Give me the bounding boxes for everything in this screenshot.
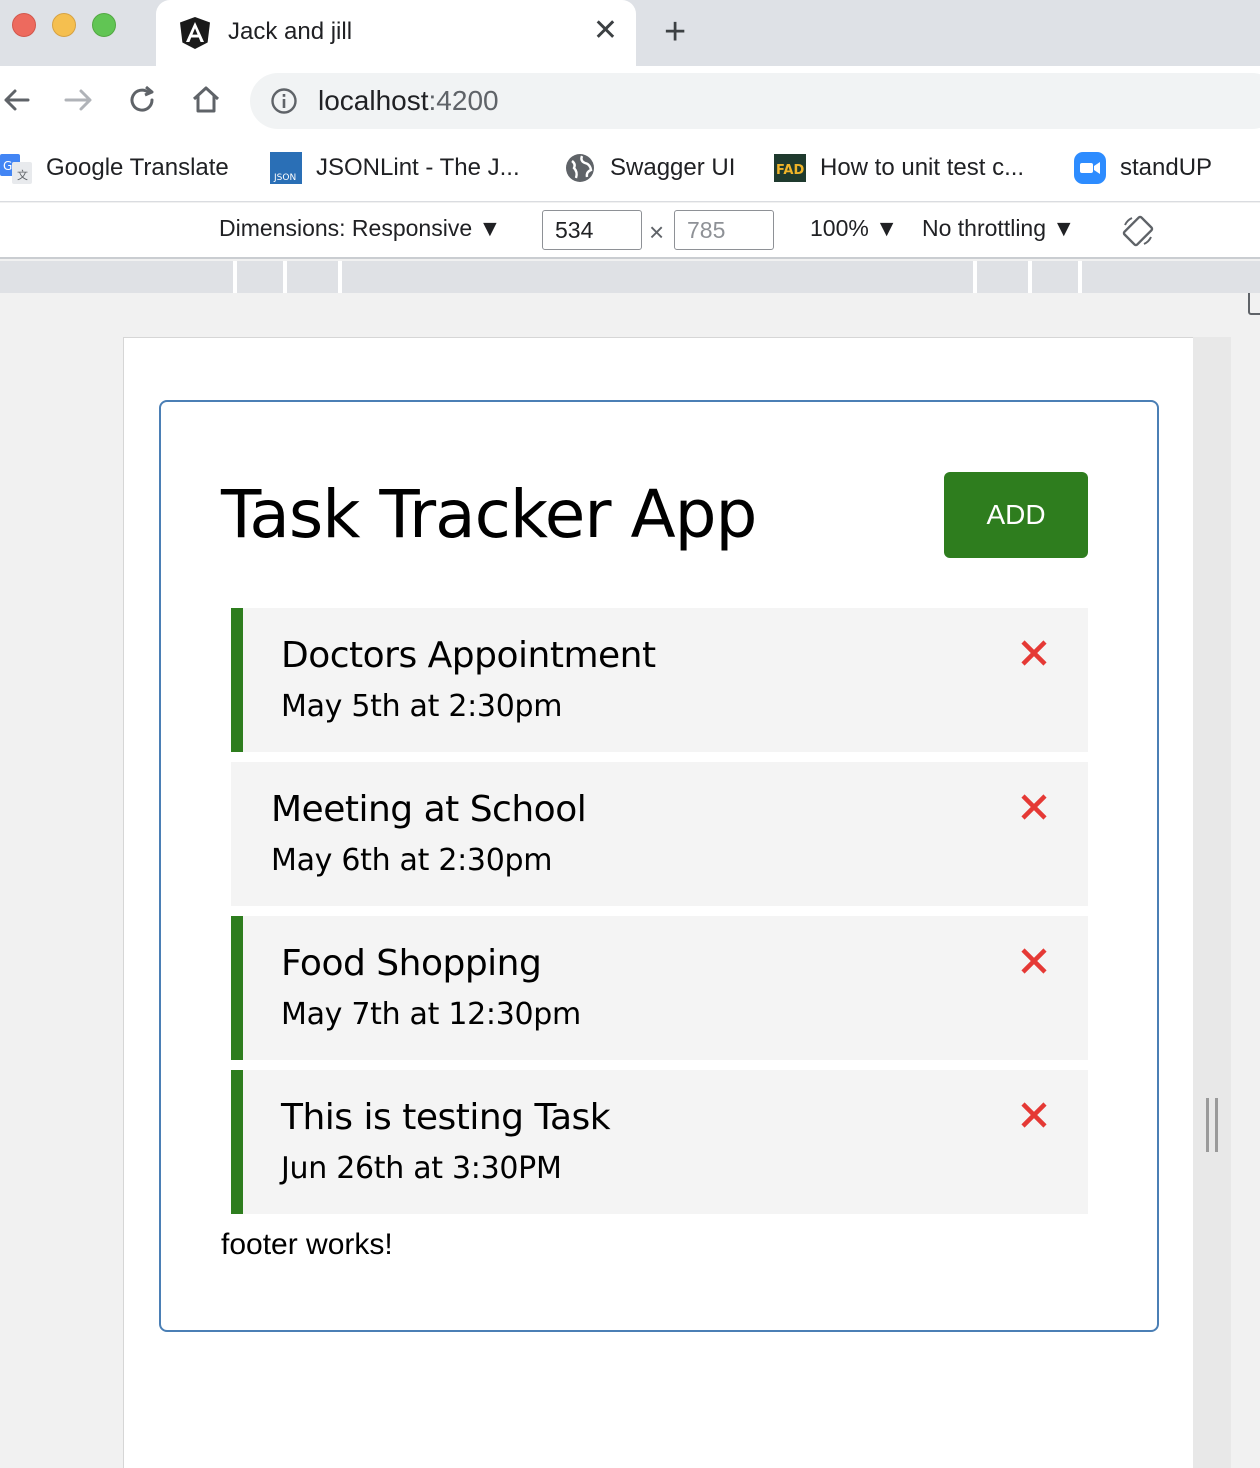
- ruler-tick[interactable]: [973, 261, 977, 293]
- zoom-camera-icon: [1074, 152, 1106, 184]
- ruler-tick[interactable]: [1078, 261, 1082, 293]
- bookmark-label: JSONLint - The J...: [316, 154, 520, 181]
- bookmark-google-translate[interactable]: G 文 Google Translate: [0, 150, 229, 186]
- address-bar[interactable]: localhost:4200: [250, 73, 1260, 129]
- task-item[interactable]: Meeting at School May 6th at 2:30pm: [231, 762, 1088, 906]
- bookmark-unit-test[interactable]: FAD How to unit test c...: [774, 150, 1024, 186]
- forward-icon[interactable]: [60, 82, 96, 118]
- json-icon: JSON: [270, 152, 302, 184]
- tab-title: Jack and jill: [228, 18, 353, 45]
- media-query-ruler: [0, 261, 1260, 293]
- zoom-select[interactable]: 100% ▼: [810, 215, 898, 242]
- bookmark-label: standUP: [1120, 154, 1213, 181]
- footer-text: footer works!: [221, 1228, 393, 1261]
- dropdown-arrow-icon: ▼: [478, 215, 502, 241]
- task-title: Meeting at School: [271, 789, 587, 830]
- task-title: This is testing Task: [281, 1097, 611, 1138]
- ruler-tick[interactable]: [1028, 261, 1032, 293]
- bookmark-label: Swagger UI: [610, 154, 736, 181]
- google-translate-icon: G 文: [0, 154, 32, 184]
- ruler-tick[interactable]: [338, 261, 342, 293]
- close-tab-icon[interactable]: ✕: [593, 14, 618, 48]
- bookmark-swagger[interactable]: Swagger UI: [564, 150, 735, 186]
- tab-strip: Jack and jill ✕ +: [0, 0, 1260, 66]
- throttling-select[interactable]: No throttling ▼: [922, 215, 1075, 242]
- delete-task-icon[interactable]: [1019, 792, 1049, 822]
- task-title: Doctors Appointment: [281, 635, 656, 676]
- dropdown-arrow-icon: ▼: [1052, 215, 1076, 241]
- new-tab-button[interactable]: +: [664, 12, 686, 52]
- globe-icon: [566, 154, 594, 182]
- times-separator: ×: [649, 217, 665, 247]
- browser-tab[interactable]: Jack and jill ✕: [156, 0, 636, 66]
- task-item[interactable]: This is testing Task Jun 26th at 3:30PM: [231, 1070, 1088, 1214]
- minimize-window-button[interactable]: [52, 13, 76, 37]
- reload-icon[interactable]: [124, 82, 160, 118]
- home-icon[interactable]: [188, 82, 224, 118]
- fad-icon: FAD: [774, 154, 806, 182]
- zoom-label: 100%: [810, 215, 869, 241]
- task-text-block: This is testing Task Jun 26th at 3:30PM: [281, 1092, 611, 1194]
- page-viewport: Task Tracker App ADD Doctors Appointment…: [123, 337, 1193, 1468]
- task-text-block: Meeting at School May 6th at 2:30pm: [271, 784, 587, 886]
- task-day: May 6th at 2:30pm: [271, 843, 553, 878]
- bookmark-jsonlint[interactable]: JSON JSONLint - The J...: [270, 150, 520, 186]
- add-task-button[interactable]: ADD: [944, 472, 1088, 558]
- device-height-input[interactable]: [674, 210, 774, 250]
- svg-text:FAD: FAD: [776, 163, 804, 178]
- bookmarks-bar: G 文 Google Translate JSON JSONLint - The…: [0, 136, 1260, 315]
- bookmark-standup[interactable]: standUP: [1074, 150, 1212, 186]
- ruler-tick[interactable]: [283, 261, 287, 293]
- delete-task-icon[interactable]: [1019, 1100, 1049, 1130]
- task-day: May 7th at 12:30pm: [281, 997, 581, 1032]
- site-info-icon[interactable]: [270, 87, 298, 115]
- dropdown-arrow-icon: ▼: [875, 215, 898, 241]
- task-item[interactable]: Doctors Appointment May 5th at 2:30pm: [231, 608, 1088, 752]
- bookmark-label: How to unit test c...: [820, 154, 1025, 181]
- browser-toolbar: localhost:4200: [0, 66, 1260, 136]
- url-text: localhost:4200: [318, 85, 499, 117]
- maximize-window-button[interactable]: [92, 13, 116, 37]
- task-text-block: Doctors Appointment May 5th at 2:30pm: [281, 630, 656, 732]
- bookmark-label: Google Translate: [46, 154, 229, 181]
- app-container: Task Tracker App ADD Doctors Appointment…: [159, 400, 1159, 1332]
- back-icon[interactable]: [0, 82, 36, 118]
- device-width-input[interactable]: [542, 210, 642, 250]
- dimensions-label: Dimensions: Responsive: [219, 215, 473, 241]
- viewport-resize-handle[interactable]: [1206, 1098, 1218, 1152]
- angular-icon: [180, 17, 210, 49]
- task-title: Food Shopping: [281, 943, 542, 984]
- dimensions-select[interactable]: Dimensions: Responsive ▼: [219, 215, 501, 242]
- throttling-label: No throttling: [922, 215, 1047, 241]
- page-title: Task Tracker App: [221, 476, 757, 553]
- viewport-side-gutter: [1193, 337, 1231, 1468]
- task-text-block: Food Shopping May 7th at 12:30pm: [281, 938, 581, 1040]
- task-item[interactable]: Food Shopping May 7th at 12:30pm: [231, 916, 1088, 1060]
- close-window-button[interactable]: [12, 13, 36, 37]
- svg-text:JSON: JSON: [273, 173, 296, 183]
- ruler-tick[interactable]: [233, 261, 237, 293]
- task-day: Jun 26th at 3:30PM: [281, 1151, 562, 1186]
- task-day: May 5th at 2:30pm: [281, 689, 563, 724]
- rotate-icon[interactable]: [1120, 213, 1156, 249]
- url-port: :4200: [428, 85, 499, 116]
- device-toolbar: Dimensions: Responsive ▼ × 100% ▼ No thr…: [0, 203, 1260, 259]
- delete-task-icon[interactable]: [1019, 946, 1049, 976]
- svg-text:G: G: [3, 159, 12, 173]
- delete-task-icon[interactable]: [1019, 638, 1049, 668]
- url-host: localhost: [318, 85, 429, 116]
- svg-text:文: 文: [17, 168, 28, 182]
